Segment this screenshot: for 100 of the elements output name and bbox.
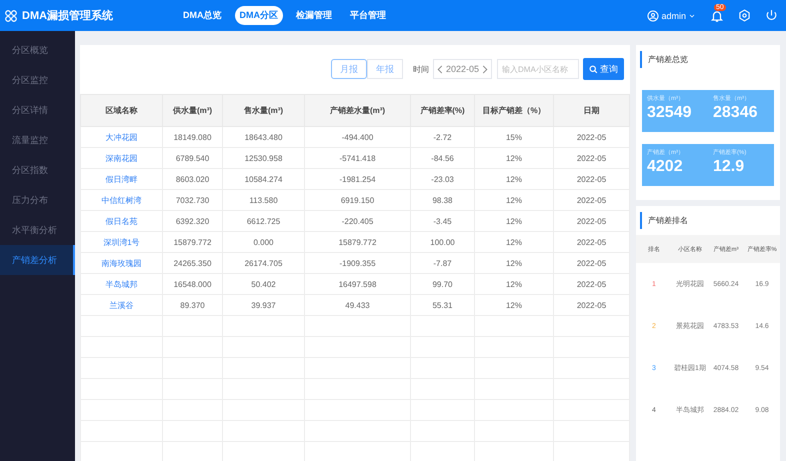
area-link[interactable]: 南海玫瑰园 <box>80 252 162 274</box>
table-cell: 12% <box>474 168 554 190</box>
sidebar-item[interactable]: 分区概览 <box>0 35 75 65</box>
table-cell: 55.31 <box>410 294 474 316</box>
table-cell: 12% <box>474 252 554 274</box>
table-cell: 2022-05 <box>554 274 630 294</box>
stat-value: 4202 <box>647 157 684 177</box>
table-cell: 2022-05 <box>554 148 630 168</box>
table-cell: -220.405 <box>304 210 410 232</box>
chevron-left-icon[interactable] <box>436 64 443 74</box>
table-cell: 113.580 <box>222 190 304 210</box>
period-tab[interactable]: 月报 <box>330 59 367 79</box>
table-cell: 6789.540 <box>162 148 222 168</box>
table-cell: 12% <box>474 210 554 232</box>
time-label: 时间 <box>412 64 429 74</box>
area-link[interactable]: 大冲花园 <box>80 126 162 148</box>
column-header: 日期 <box>554 94 630 126</box>
column-header: 售水量(m³) <box>222 94 304 126</box>
nav-tab[interactable]: 平台管理 <box>345 6 391 25</box>
table-cell: 12% <box>474 190 554 210</box>
column-header: 产销差率(%) <box>410 94 474 126</box>
app-title: DMA漏损管理系统 <box>22 8 114 23</box>
table-cell: 15879.772 <box>304 232 410 252</box>
table-cell: 49.433 <box>304 294 410 316</box>
nav-tab[interactable]: DMA总览 <box>178 6 226 25</box>
area-link[interactable]: 中信红树湾 <box>80 190 162 210</box>
sidebar-item[interactable]: 分区指数 <box>0 155 75 185</box>
table-cell: 0.000 <box>222 232 304 252</box>
table-cell: -23.03 <box>410 168 474 190</box>
table-cell: 18149.080 <box>162 126 222 148</box>
sidebar-item[interactable]: 水平衡分析 <box>0 215 75 245</box>
table-cell: 16497.598 <box>304 274 410 294</box>
table-cell: 18643.480 <box>222 126 304 148</box>
table-cell: 2022-05 <box>554 232 630 252</box>
table-cell: 12% <box>474 232 554 252</box>
table-cell: -1909.355 <box>304 252 410 274</box>
area-link[interactable]: 半岛城邦 <box>80 274 162 294</box>
column-header: 供水量(m³) <box>162 94 222 126</box>
column-header: 产销差水量(m³) <box>304 94 410 126</box>
table-cell: 2022-05 <box>554 190 630 210</box>
stat-value: 32549 <box>647 103 692 123</box>
table-cell: 12% <box>474 148 554 168</box>
table-cell: 16548.000 <box>162 274 222 294</box>
query-button[interactable]: 查询 <box>583 58 624 80</box>
table-cell: 6919.150 <box>304 190 410 210</box>
table-cell: 50.402 <box>222 274 304 294</box>
area-link[interactable]: 假日湾畔 <box>80 168 162 190</box>
sidebar-item[interactable]: 流量监控 <box>0 125 75 155</box>
settings-icon[interactable] <box>738 9 751 22</box>
table-cell: 6612.725 <box>222 210 304 232</box>
user-icon[interactable] <box>647 10 660 22</box>
table-cell: 15% <box>474 126 554 148</box>
nav-tab[interactable]: 检漏管理 <box>291 6 337 25</box>
table-cell: -7.87 <box>410 252 474 274</box>
column-header: 区域名称 <box>80 94 162 126</box>
sidebar-item[interactable]: 分区详情 <box>0 95 75 125</box>
table-cell: 2022-05 <box>554 126 630 148</box>
table-cell: -3.45 <box>410 210 474 232</box>
area-link[interactable]: 兰溪谷 <box>80 294 162 316</box>
bell-icon[interactable] <box>710 8 724 22</box>
table-cell: 8603.020 <box>162 168 222 190</box>
table-cell: 7032.730 <box>162 190 222 210</box>
table-cell: 15879.772 <box>162 232 222 252</box>
power-icon[interactable] <box>765 9 778 22</box>
table-cell: 10584.274 <box>222 168 304 190</box>
sidebar-item[interactable]: 分区监控 <box>0 65 75 95</box>
table-cell: 2022-05 <box>554 168 630 190</box>
area-link[interactable]: 假日名苑 <box>80 210 162 232</box>
table-cell: 2022-05 <box>554 252 630 274</box>
table-cell: 99.70 <box>410 274 474 294</box>
search-field[interactable]: 输入DMA小区名称 <box>497 59 579 79</box>
table-cell: 12530.958 <box>222 148 304 168</box>
table-cell: 26174.705 <box>222 252 304 274</box>
stat-value: 12.9 <box>713 157 746 177</box>
area-link[interactable]: 深南花园 <box>80 148 162 168</box>
search-icon <box>589 64 598 74</box>
table-cell: 6392.320 <box>162 210 222 232</box>
chevron-right-icon[interactable] <box>482 64 488 74</box>
month-picker[interactable]: 2022-05 <box>432 59 492 79</box>
table-cell: -2.72 <box>410 126 474 148</box>
area-link[interactable]: 深圳湾1号 <box>80 232 162 252</box>
stat-value: 28346 <box>713 103 758 123</box>
user-name[interactable]: admin <box>661 10 686 20</box>
logo-icon <box>4 8 18 22</box>
sidebar-item[interactable]: 产销差分析 <box>0 245 75 275</box>
table-cell: 24265.350 <box>162 252 222 274</box>
table-cell: 100.00 <box>410 232 474 252</box>
panel-title: 产销差排名 <box>640 212 780 229</box>
table-cell: -84.56 <box>410 148 474 168</box>
table-cell: 12% <box>474 274 554 294</box>
table-cell: 98.38 <box>410 190 474 210</box>
table-cell: -494.400 <box>304 126 410 148</box>
table-cell: 39.937 <box>222 294 304 316</box>
panel-title: 产销差总览 <box>640 51 780 68</box>
nav-tab[interactable]: DMA分区 <box>234 6 283 25</box>
table-cell: 89.370 <box>162 294 222 316</box>
table-cell: 2022-05 <box>554 294 630 316</box>
sidebar-item[interactable]: 压力分布 <box>0 185 75 215</box>
column-header: 目标产销差（%） <box>474 94 554 126</box>
period-tab[interactable]: 年报 <box>366 59 403 79</box>
